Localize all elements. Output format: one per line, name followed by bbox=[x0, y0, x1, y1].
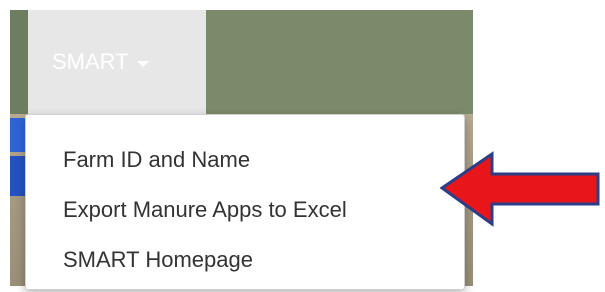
menu-item-farm-id-and-name[interactable]: Farm ID and Name bbox=[26, 135, 464, 185]
menu-item-smart-homepage[interactable]: SMART Homepage bbox=[26, 235, 464, 285]
screenshot-stage: SMART Farm ID and Name Export Manure App… bbox=[0, 0, 605, 292]
smart-menu-label: SMART bbox=[52, 49, 129, 74]
menu-item-export-manure-apps[interactable]: Export Manure Apps to Excel bbox=[26, 185, 464, 235]
red-arrow-icon bbox=[440, 151, 600, 227]
navbar-left-edge bbox=[10, 10, 28, 114]
smart-menu-toggle[interactable]: SMART bbox=[28, 10, 206, 114]
smart-dropdown-menu: Farm ID and Name Export Manure Apps to E… bbox=[25, 114, 465, 290]
caret-down-icon bbox=[136, 60, 149, 67]
